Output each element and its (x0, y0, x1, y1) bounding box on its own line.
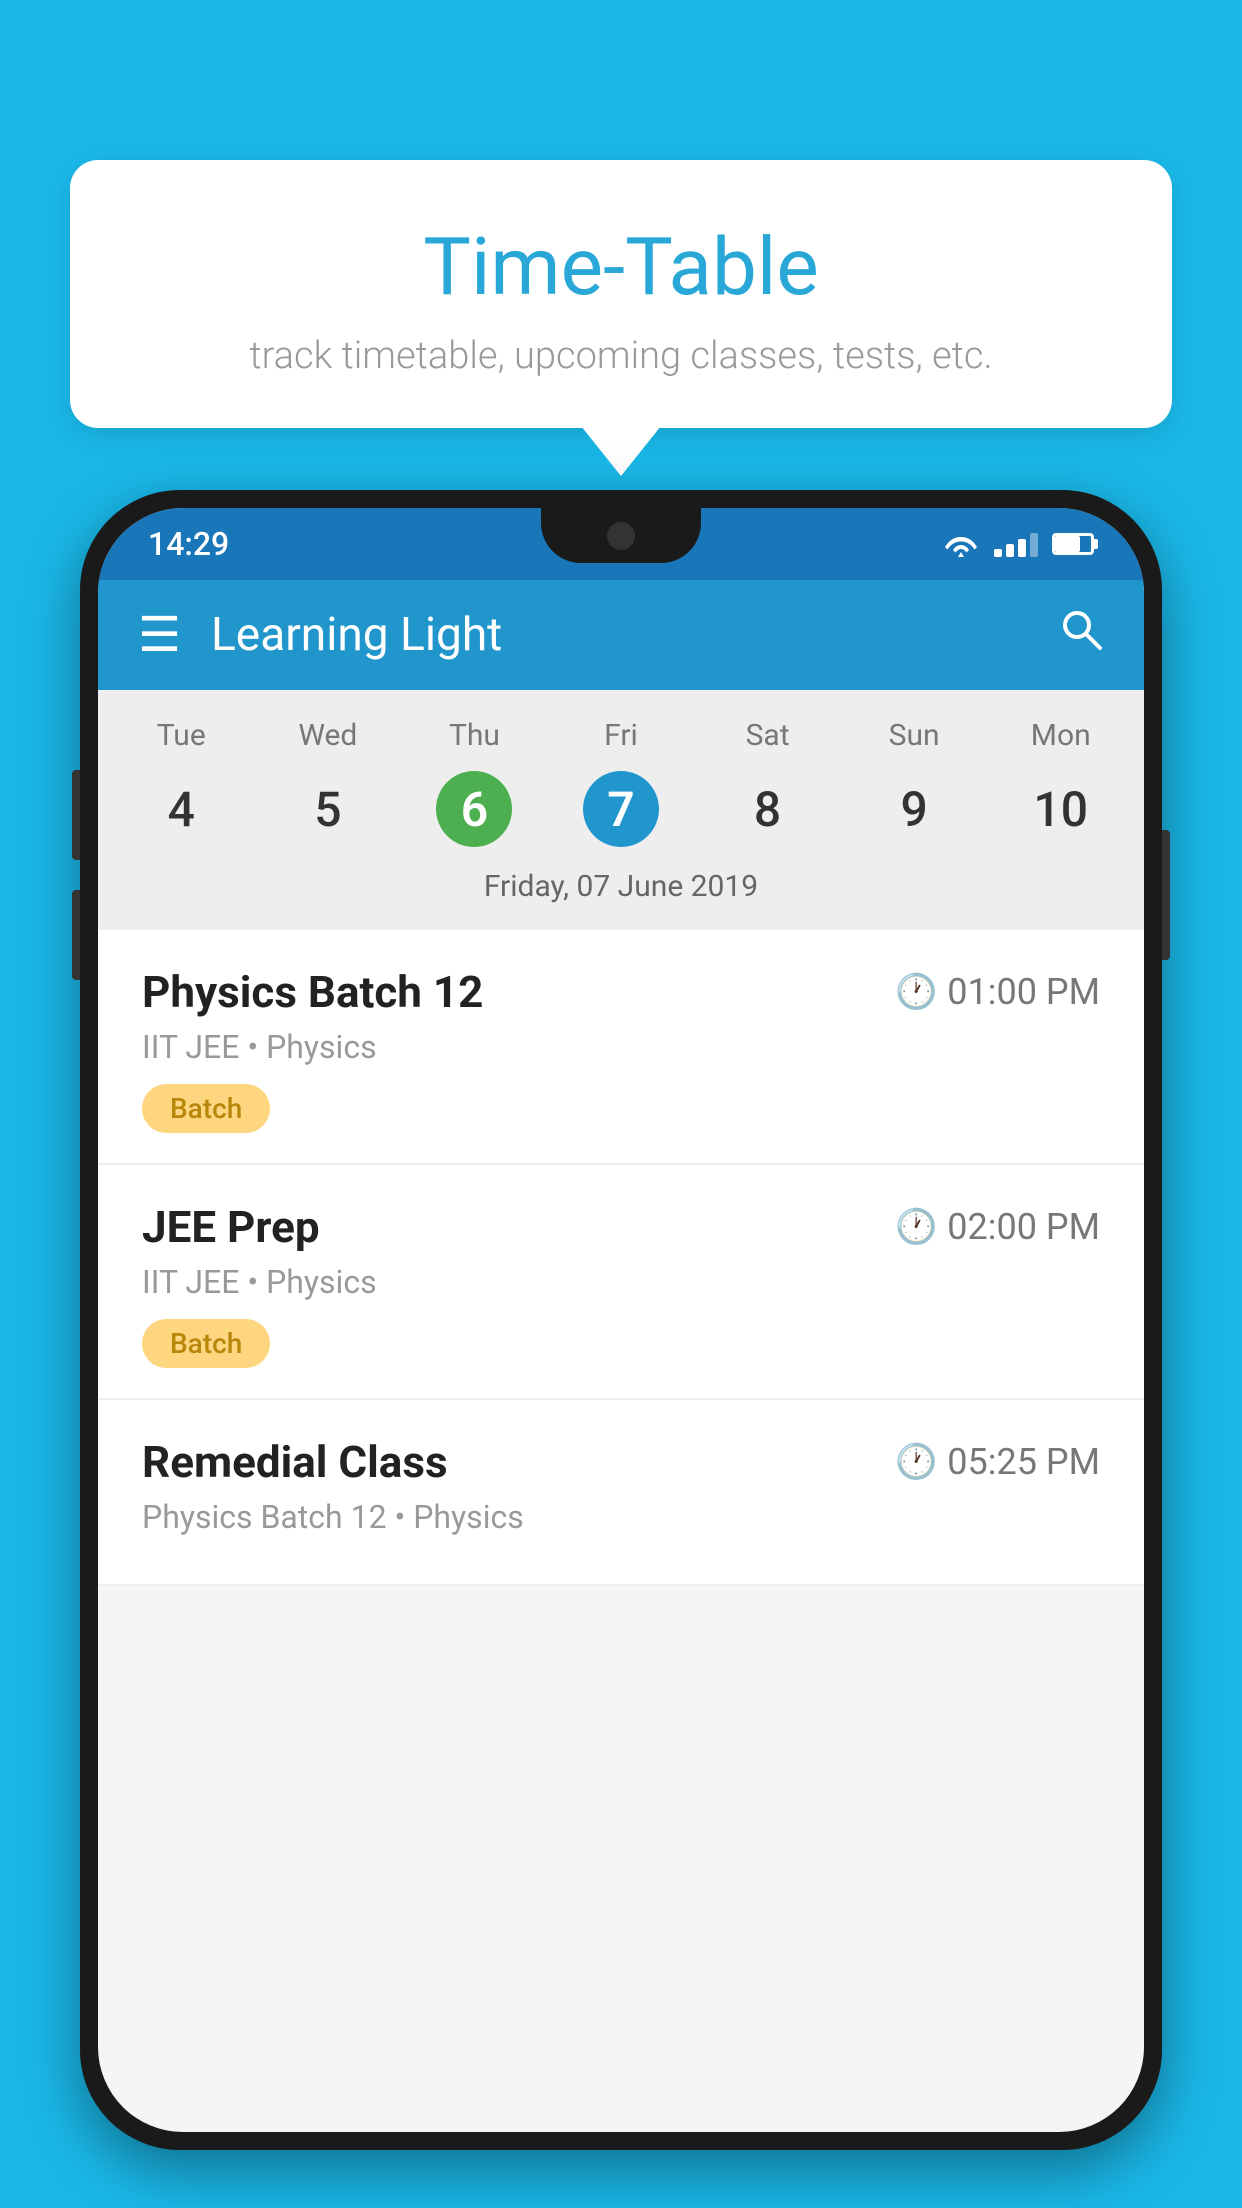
wifi-icon (942, 530, 980, 558)
tooltip-card: Time-Table track timetable, upcoming cla… (70, 160, 1172, 428)
clock-icon: 🕐 (895, 1442, 937, 1482)
volume-down-button (72, 890, 80, 980)
day-number[interactable]: 8 (694, 761, 841, 857)
schedule-item-header: JEE Prep 🕐 02:00 PM (142, 1201, 1100, 1253)
day-label: Thu (401, 710, 548, 761)
phone-notch (541, 508, 701, 563)
schedule-item[interactable]: JEE Prep 🕐 02:00 PM IIT JEE • Physics Ba… (98, 1165, 1144, 1400)
schedule-list: Physics Batch 12 🕐 01:00 PM IIT JEE • Ph… (98, 930, 1144, 1586)
search-icon[interactable] (1058, 606, 1104, 664)
phone-screen: 14:29 (98, 508, 1144, 2132)
day-number[interactable]: 6 (401, 761, 548, 857)
tooltip-subtitle: track timetable, upcoming classes, tests… (150, 334, 1092, 378)
day-label: Mon (987, 710, 1134, 761)
day-label: Sun (841, 710, 988, 761)
status-icons (942, 530, 1094, 558)
schedule-item-sub: Physics Batch 12 • Physics (142, 1498, 1100, 1536)
menu-icon[interactable]: ☰ (138, 611, 181, 659)
day-label: Sat (694, 710, 841, 761)
schedule-item[interactable]: Physics Batch 12 🕐 01:00 PM IIT JEE • Ph… (98, 930, 1144, 1165)
day-label: Fri (548, 710, 695, 761)
batch-tag: Batch (142, 1084, 270, 1133)
day-number[interactable]: 9 (841, 761, 988, 857)
selected-date-label: Friday, 07 June 2019 (98, 857, 1144, 920)
calendar-strip: TueWedThuFriSatSunMon 45678910 Friday, 0… (98, 690, 1144, 930)
volume-up-button (72, 770, 80, 860)
day-number[interactable]: 5 (255, 761, 402, 857)
batch-tag: Batch (142, 1319, 270, 1368)
day-number[interactable]: 7 (548, 761, 695, 857)
day-numbers: 45678910 (98, 761, 1144, 857)
schedule-item-title: JEE Prep (142, 1201, 320, 1253)
app-title: Learning Light (211, 608, 1058, 662)
clock-icon: 🕐 (895, 1207, 937, 1247)
day-number[interactable]: 4 (108, 761, 255, 857)
status-time: 14:29 (148, 525, 229, 563)
day-labels: TueWedThuFriSatSunMon (98, 710, 1144, 761)
schedule-item-time: 🕐 05:25 PM (895, 1441, 1100, 1483)
schedule-item-header: Physics Batch 12 🕐 01:00 PM (142, 966, 1100, 1018)
schedule-item-time: 🕐 01:00 PM (895, 971, 1100, 1013)
time-label: 02:00 PM (947, 1206, 1100, 1248)
time-label: 01:00 PM (947, 971, 1100, 1013)
phone-outer: 14:29 (80, 490, 1162, 2150)
day-number[interactable]: 10 (987, 761, 1134, 857)
schedule-item-time: 🕐 02:00 PM (895, 1206, 1100, 1248)
day-label: Wed (255, 710, 402, 761)
tooltip-title: Time-Table (150, 220, 1092, 314)
schedule-item-title: Physics Batch 12 (142, 966, 483, 1018)
schedule-item-title: Remedial Class (142, 1436, 448, 1488)
battery-icon (1052, 533, 1094, 555)
clock-icon: 🕐 (895, 972, 937, 1012)
schedule-item-header: Remedial Class 🕐 05:25 PM (142, 1436, 1100, 1488)
schedule-item[interactable]: Remedial Class 🕐 05:25 PM Physics Batch … (98, 1400, 1144, 1586)
app-bar: ☰ Learning Light (98, 580, 1144, 690)
power-button (1162, 830, 1170, 960)
phone-wrapper: 14:29 (80, 490, 1162, 2208)
time-label: 05:25 PM (947, 1441, 1100, 1483)
schedule-item-sub: IIT JEE • Physics (142, 1028, 1100, 1066)
day-label: Tue (108, 710, 255, 761)
signal-icon (994, 531, 1038, 557)
front-camera (607, 522, 635, 550)
schedule-item-sub: IIT JEE • Physics (142, 1263, 1100, 1301)
